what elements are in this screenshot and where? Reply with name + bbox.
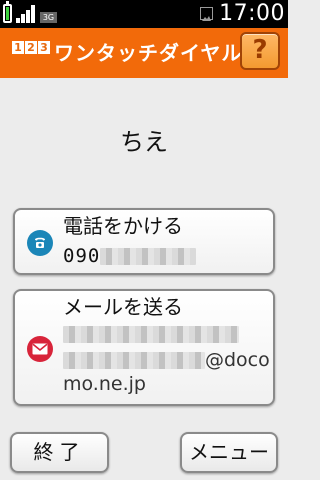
menu-button[interactable]: メニュー <box>180 432 278 473</box>
mail-button-label: メールを送る <box>63 295 183 319</box>
phone-number: 090 <box>63 244 197 268</box>
app-title: ワンタッチダイヤル <box>54 41 243 65</box>
redacted-phone-number <box>100 248 197 265</box>
help-button[interactable]: ? <box>240 32 280 70</box>
clock: 17:00 <box>219 1 285 26</box>
network-type-badge: 3G <box>40 12 57 23</box>
signal-strength-icon <box>16 5 38 23</box>
mail-address-line: @doco <box>63 348 270 372</box>
exit-button[interactable]: 終了 <box>10 432 109 473</box>
mail-icon <box>27 336 53 362</box>
battery-icon <box>3 1 12 23</box>
mail-address-line <box>63 322 239 346</box>
phone-icon <box>27 230 53 256</box>
image-notification-icon <box>200 7 213 21</box>
mail-address-domain: mo.ne.jp <box>63 373 146 395</box>
call-button[interactable]: 電話をかける 090 <box>13 208 275 275</box>
status-bar: 3G 17:00 <box>0 0 288 28</box>
one-touch-dial-icon: 1 2 3 <box>12 41 50 54</box>
redacted-mail-address <box>63 352 205 369</box>
call-button-label: 電話をかける <box>63 214 183 238</box>
mail-button[interactable]: メールを送る @doco mo.ne.jp <box>13 289 275 406</box>
contact-name: ちえ <box>120 128 168 156</box>
redacted-mail-address <box>63 326 239 343</box>
